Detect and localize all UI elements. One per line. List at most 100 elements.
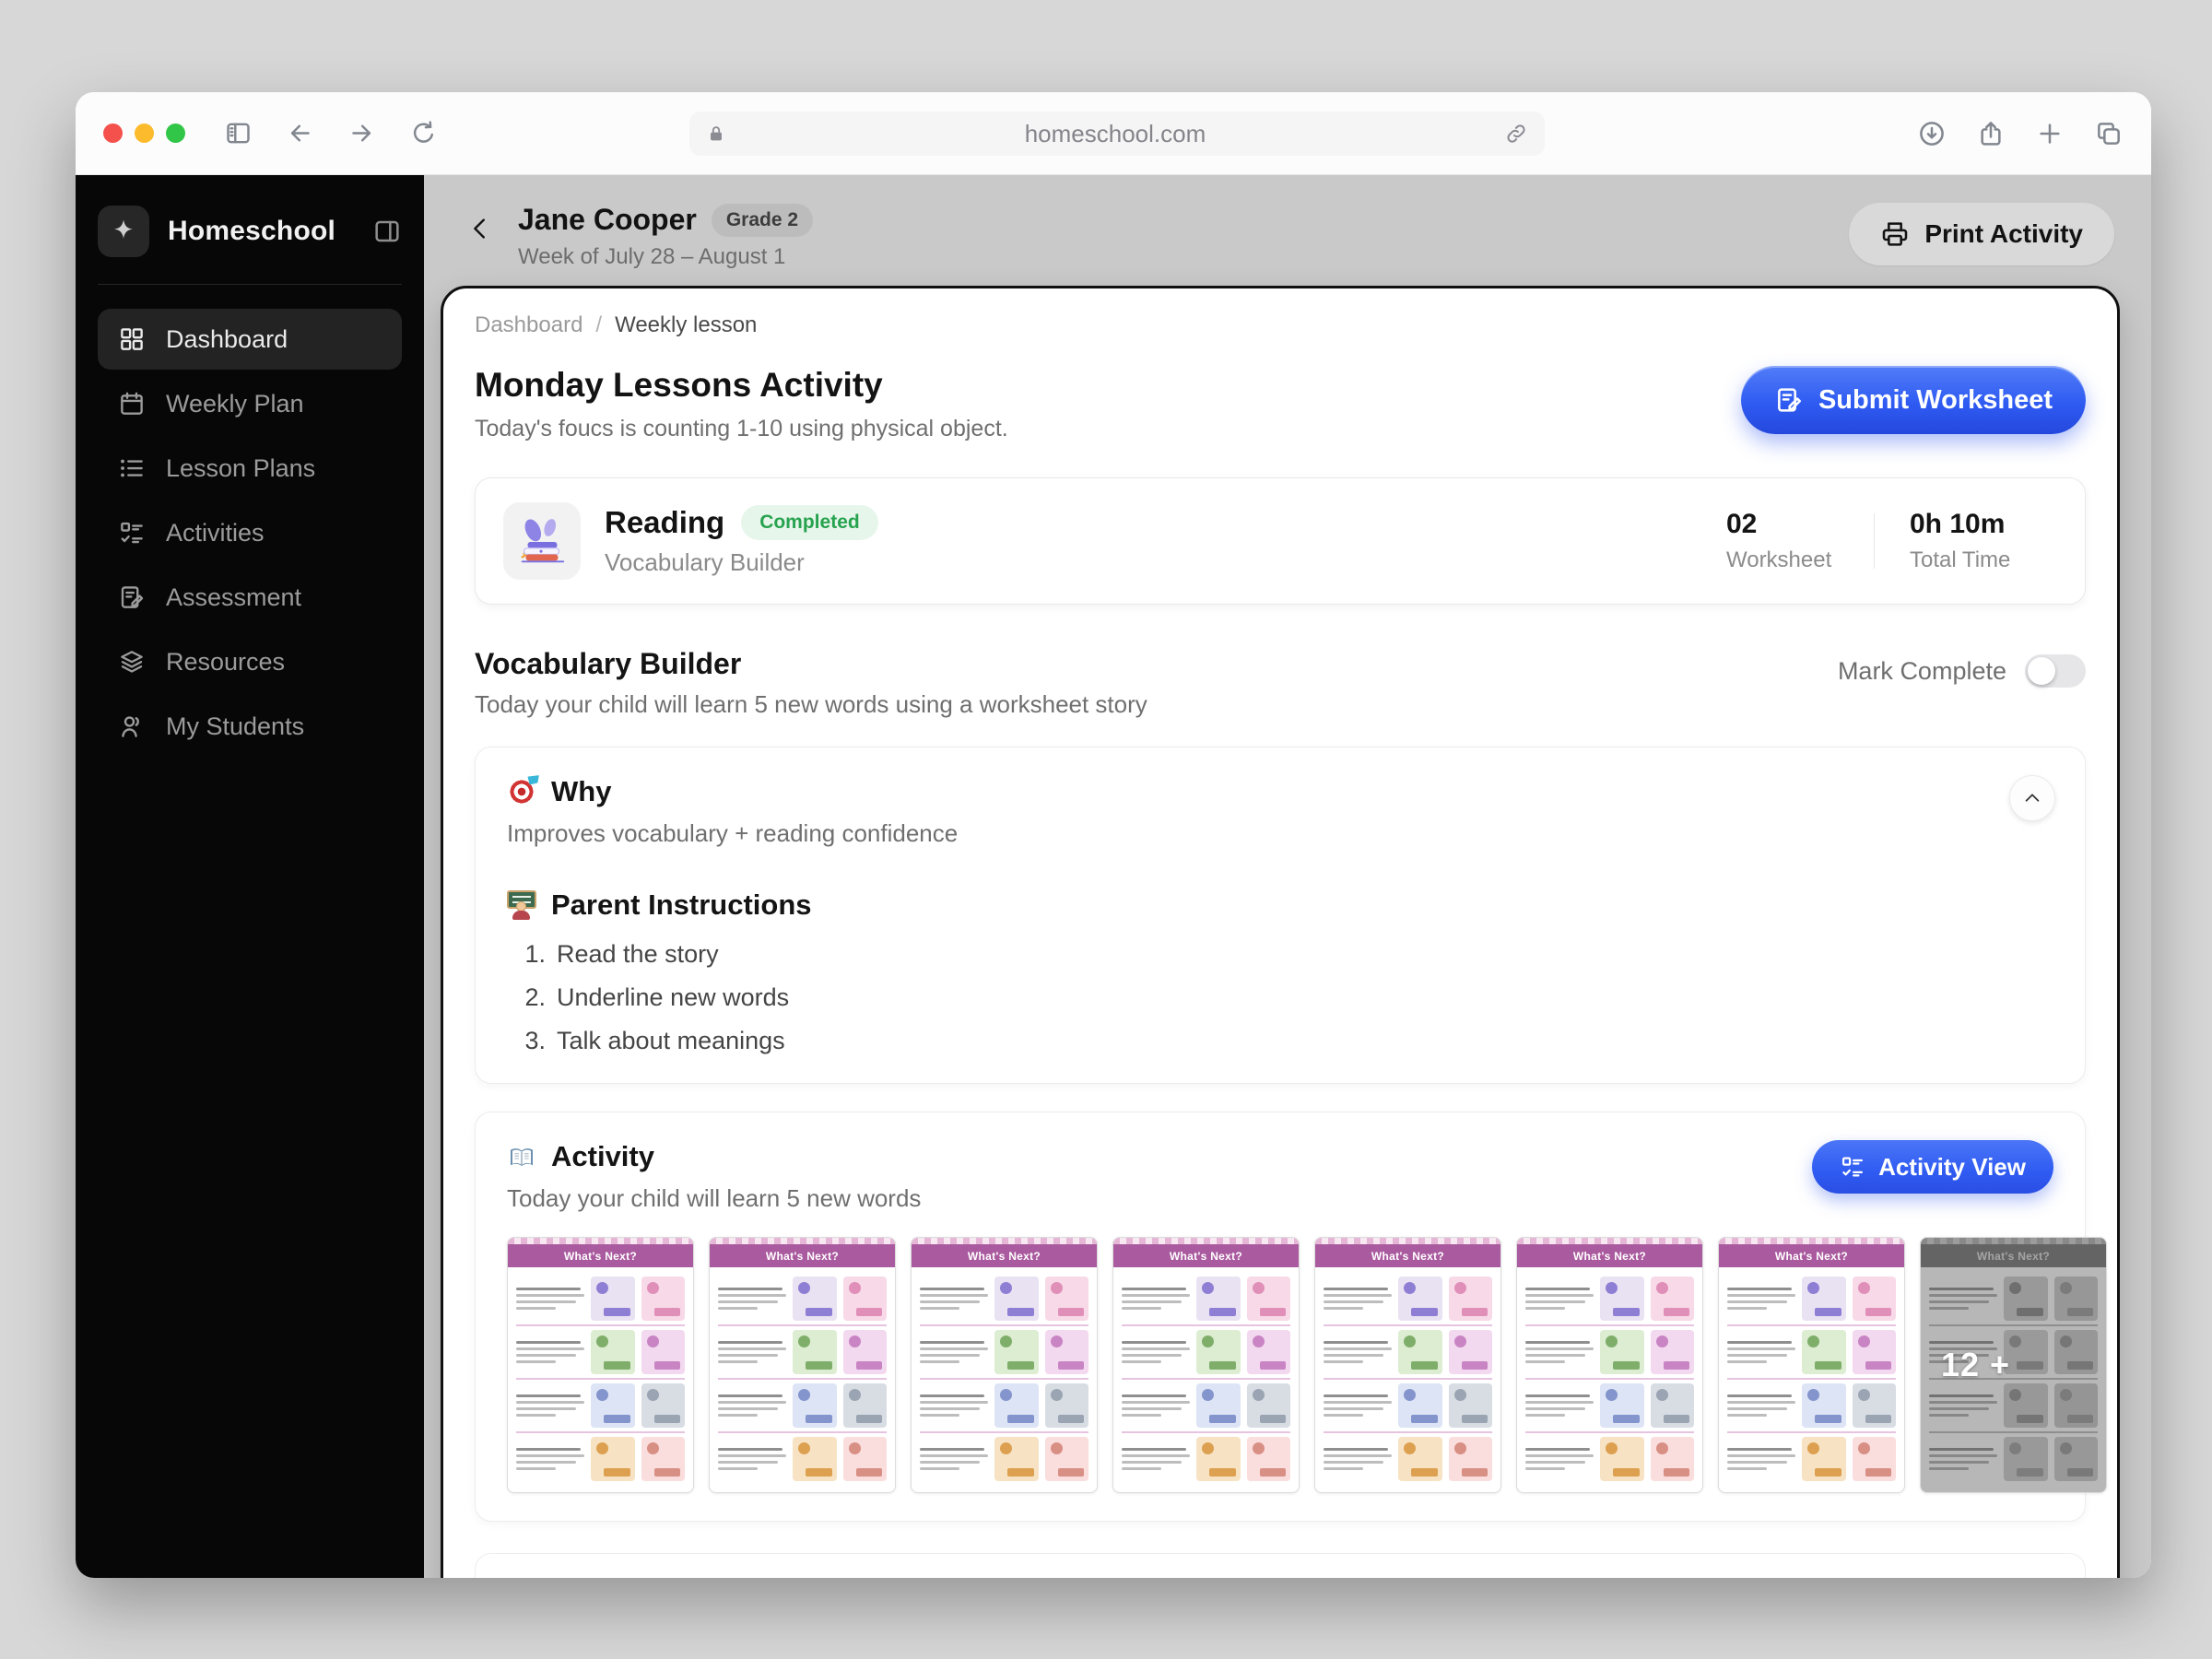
worksheet-edit-icon xyxy=(1774,385,1804,415)
sidebar-item-label: Weekly Plan xyxy=(166,390,304,418)
new-tab-icon[interactable] xyxy=(2035,119,2065,148)
why-card: Why Improves vocabulary + reading confid… xyxy=(475,747,2086,1084)
url-bar[interactable]: homeschool.com xyxy=(689,112,1545,156)
instruction-step: 3. Talk about meanings xyxy=(507,1027,2053,1055)
instruction-step: 1. Read the story xyxy=(507,940,2053,969)
calendar-icon xyxy=(118,390,146,418)
url-text: homeschool.com xyxy=(726,120,1504,148)
lesson-stats: 02 Worksheet 0h 10m Total Time xyxy=(1726,509,2048,573)
worksheet-border-pattern xyxy=(1113,1238,1299,1244)
worksheet-thumbnail[interactable]: What's Next? xyxy=(1112,1237,1300,1493)
worksheet-title: What's Next? xyxy=(508,1244,693,1267)
print-activity-button[interactable]: Print Activity xyxy=(1849,203,2114,265)
worksheet-title: What's Next? xyxy=(1113,1244,1299,1267)
browser-sidebar-toggle-icon[interactable] xyxy=(224,119,253,147)
tab-overview-icon[interactable] xyxy=(2094,119,2124,148)
sidebar-item-weekly-plan[interactable]: Weekly Plan xyxy=(98,373,402,434)
stat-worksheet: 02 Worksheet xyxy=(1726,509,1865,573)
lesson-subtitle: Vocabulary Builder xyxy=(605,548,878,577)
activity-subtitle: Today your child will learn 5 new words xyxy=(507,1184,921,1213)
feedback-card: Experience Feedback Too Easy xyxy=(475,1553,2086,1578)
more-pages-count: 12 + xyxy=(1941,1346,2010,1384)
page-subtitle: Today's foucs is counting 1-10 using phy… xyxy=(475,416,1008,442)
sidebar-item-label: Activities xyxy=(166,519,265,547)
mark-complete-toggle[interactable] xyxy=(2025,654,2086,688)
stat-label: Total Time xyxy=(1910,547,2048,573)
page-title: Monday Lessons Activity xyxy=(475,366,1008,405)
student-header: Jane Cooper Grade 2 Week of July 28 – Au… xyxy=(424,175,2151,270)
activity-view-button[interactable]: Activity View xyxy=(1812,1140,2053,1194)
step-text: Talk about meanings xyxy=(557,1027,785,1055)
why-title: Why xyxy=(551,775,611,808)
weekly-lesson-sheet: Dashboard / Weekly lesson Monday Lessons… xyxy=(441,286,2120,1578)
worksheet-preview xyxy=(1719,1267,1904,1487)
worksheet-title: What's Next? xyxy=(710,1244,895,1267)
stat-total-time: 0h 10m Total Time xyxy=(1910,509,2048,573)
worksheet-border-pattern xyxy=(1517,1238,1702,1244)
why-description: Improves vocabulary + reading confidence xyxy=(507,819,2053,848)
worksheet-border-pattern xyxy=(508,1238,693,1244)
zoom-window-button[interactable] xyxy=(166,124,185,143)
users-icon xyxy=(118,712,146,740)
grid-icon xyxy=(118,325,146,353)
worksheet-thumbnail[interactable]: What's Next? xyxy=(1516,1237,1703,1493)
student-name: Jane Cooper xyxy=(518,203,697,237)
stat-divider xyxy=(1874,513,1875,569)
worksheet-border-pattern xyxy=(912,1238,1097,1244)
reload-icon[interactable] xyxy=(409,119,438,147)
worksheet-thumbnail[interactable]: What's Next? xyxy=(1314,1237,1501,1493)
breadcrumb: Dashboard / Weekly lesson xyxy=(475,312,2086,338)
week-label: Week of July 28 – August 1 xyxy=(518,244,813,270)
list-icon xyxy=(118,454,146,482)
instruction-steps: 1. Read the story 2. Underline new words… xyxy=(507,940,2053,1055)
sidebar-item-dashboard[interactable]: Dashboard xyxy=(98,309,402,370)
forward-icon[interactable] xyxy=(347,119,376,147)
sidebar-item-resources[interactable]: Resources xyxy=(98,631,402,692)
sidebar-item-activities[interactable]: Activities xyxy=(98,502,402,563)
worksheet-border-pattern xyxy=(710,1238,895,1244)
sidebar-item-lesson-plans[interactable]: Lesson Plans xyxy=(98,438,402,499)
minimize-window-button[interactable] xyxy=(135,124,154,143)
instruction-step: 2. Underline new words xyxy=(507,983,2053,1012)
sidebar-item-assessment[interactable]: Assessment xyxy=(98,567,402,628)
more-pages-overlay: 12 + xyxy=(1921,1238,2106,1492)
stat-value: 0h 10m xyxy=(1910,509,2048,540)
step-number: 3. xyxy=(514,1027,546,1055)
worksheet-border-pattern xyxy=(1719,1238,1904,1244)
worksheet-preview xyxy=(1517,1267,1702,1487)
mark-complete-label: Mark Complete xyxy=(1838,657,2006,686)
traffic-lights xyxy=(103,124,185,143)
reading-illustration xyxy=(503,502,581,580)
collapse-button[interactable] xyxy=(2009,775,2055,821)
submit-worksheet-button[interactable]: Submit Worksheet xyxy=(1741,366,2086,434)
breadcrumb-dashboard[interactable]: Dashboard xyxy=(475,312,582,338)
worksheet-title: What's Next? xyxy=(1517,1244,1702,1267)
step-number: 1. xyxy=(514,940,546,969)
worksheet-thumbnail[interactable]: What's Next? xyxy=(1718,1237,1905,1493)
worksheet-thumbnail[interactable]: What's Next? xyxy=(709,1237,896,1493)
lock-icon xyxy=(706,124,726,144)
sidebar-item-label: Dashboard xyxy=(166,325,288,354)
share-icon[interactable] xyxy=(1976,119,2006,148)
sidebar-item-my-students[interactable]: My Students xyxy=(98,696,402,757)
checklist-icon xyxy=(1840,1154,1865,1180)
doc-edit-icon xyxy=(118,583,146,611)
downloads-icon[interactable] xyxy=(1917,119,1947,148)
step-number: 2. xyxy=(514,983,546,1012)
back-button[interactable] xyxy=(466,203,505,254)
sidebar-collapse-icon[interactable] xyxy=(372,217,402,246)
worksheet-thumbnail[interactable]: What's Next? xyxy=(911,1237,1098,1493)
sidebar-item-label: My Students xyxy=(166,712,304,741)
worksheet-thumbnail[interactable]: What's Next? xyxy=(507,1237,694,1493)
link-icon[interactable] xyxy=(1504,122,1528,146)
submit-worksheet-label: Submit Worksheet xyxy=(1818,385,2053,416)
grade-badge: Grade 2 xyxy=(712,204,813,237)
close-window-button[interactable] xyxy=(103,124,123,143)
worksheet-preview xyxy=(1113,1267,1299,1487)
chevron-up-icon xyxy=(2022,788,2042,808)
breadcrumb-separator: / xyxy=(595,312,602,338)
target-icon xyxy=(507,777,536,806)
back-icon[interactable] xyxy=(286,119,314,147)
lesson-card-reading[interactable]: Reading Completed Vocabulary Builder 02 … xyxy=(475,477,2086,605)
worksheet-thumbnail-more[interactable]: What's Next? 12 + xyxy=(1920,1237,2107,1493)
